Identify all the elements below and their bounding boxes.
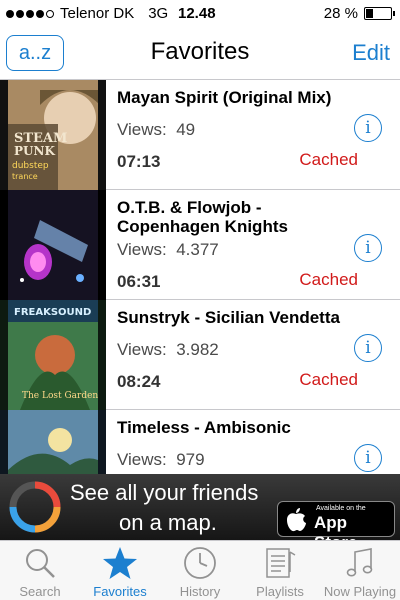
- views-value: 49: [176, 120, 196, 139]
- track-duration: 08:24: [117, 372, 161, 391]
- views-value: 3.982: [176, 340, 219, 359]
- tab-label: History: [179, 584, 221, 599]
- album-art: [0, 410, 106, 474]
- app-store-badge[interactable]: Available on the App Store: [277, 501, 395, 552]
- track-title: Mayan Spirit (Original Mix): [117, 88, 332, 107]
- svg-text:The Lost Garden: The Lost Garden: [22, 391, 98, 401]
- list-item[interactable]: O.T.B. & Flowjob - Copenhagen Knights Vi…: [0, 190, 400, 300]
- views-count: Views: 979: [117, 450, 205, 470]
- battery-percent: 28 %: [323, 5, 358, 22]
- apple-logo-icon: [287, 508, 306, 532]
- tab-history[interactable]: History: [160, 541, 240, 600]
- svg-text:PUNK: PUNK: [14, 144, 55, 158]
- tab-search[interactable]: Search: [0, 541, 80, 600]
- info-icon[interactable]: i: [354, 334, 382, 362]
- list-item[interactable]: FREAKSOUND The Lost Garden Sunstryk - Si…: [0, 300, 400, 410]
- tab-now-playing[interactable]: Now Playing: [320, 541, 400, 600]
- ad-headline: See all your friends: [70, 480, 259, 505]
- cached-status: Cached: [299, 370, 358, 389]
- svg-text:trance: trance: [12, 172, 38, 181]
- signal-strength-icon: [6, 9, 54, 18]
- ad-banner[interactable]: See all your friends on a map. Available…: [0, 474, 400, 552]
- list-item[interactable]: STEAM PUNK dubstep trance Mayan Spirit (…: [0, 80, 400, 190]
- views-label: Views:: [117, 240, 167, 259]
- views-label: Views:: [117, 340, 167, 359]
- views-count: Views: 3.982: [117, 340, 219, 360]
- cached-status: Cached: [299, 150, 358, 169]
- clock: 12.48: [178, 5, 216, 22]
- track-title: O.T.B. & Flowjob - Copenhagen Knights: [117, 198, 288, 236]
- track-title: Sunstryk - Sicilian Vendetta: [117, 308, 340, 327]
- svg-text:FREAKSOUND: FREAKSOUND: [14, 307, 91, 318]
- status-bar: Telenor DK 3G 12.48 28 %: [0, 0, 400, 28]
- info-icon[interactable]: i: [354, 444, 382, 472]
- album-art: STEAM PUNK dubstep trance: [0, 80, 106, 190]
- info-icon[interactable]: i: [354, 234, 382, 262]
- star-icon: [103, 547, 137, 579]
- favorites-list[interactable]: STEAM PUNK dubstep trance Mayan Spirit (…: [0, 80, 400, 474]
- views-value: 4.377: [176, 240, 219, 259]
- tab-favorites[interactable]: Favorites: [80, 541, 160, 600]
- page-title: Favorites: [150, 38, 250, 65]
- battery-icon: [364, 7, 395, 20]
- edit-button[interactable]: Edit: [352, 40, 390, 66]
- music-note-icon: [346, 548, 373, 577]
- search-icon: [26, 549, 55, 578]
- tab-label: Search: [19, 584, 61, 599]
- track-title: Timeless - Ambisonic: [117, 418, 291, 437]
- views-label: Views:: [117, 120, 167, 139]
- views-count: Views: 49: [117, 120, 195, 140]
- tab-label: Now Playing: [323, 584, 397, 599]
- tab-label: Favorites: [93, 584, 147, 599]
- playlist-icon: [266, 548, 296, 578]
- carrier-name: Telenor DK: [60, 5, 135, 22]
- track-duration: 07:13: [117, 152, 161, 171]
- track-duration: 06:31: [117, 272, 161, 291]
- list-item[interactable]: Timeless - Ambisonic Views: 979 i: [0, 410, 400, 474]
- app-logo-icon: [9, 481, 61, 533]
- info-icon[interactable]: i: [354, 114, 382, 142]
- views-count: Views: 4.377: [117, 240, 219, 260]
- views-value: 979: [176, 450, 205, 469]
- tab-bar: Search Favorites History Playlists Now P…: [0, 540, 400, 600]
- tab-label: Playlists: [256, 584, 304, 599]
- cached-status: Cached: [299, 270, 358, 289]
- navigation-bar: a..z Favorites Edit: [0, 28, 400, 80]
- network-type: 3G: [148, 5, 169, 22]
- svg-text:dubstep: dubstep: [12, 161, 49, 171]
- album-art: [0, 190, 106, 300]
- badge-caption: Available on the: [316, 505, 366, 512]
- views-label: Views:: [117, 450, 167, 469]
- tab-playlists[interactable]: Playlists: [240, 541, 320, 600]
- clock-icon: [184, 547, 216, 579]
- album-art: FREAKSOUND The Lost Garden: [0, 300, 106, 410]
- ad-subline: on a map.: [119, 510, 217, 535]
